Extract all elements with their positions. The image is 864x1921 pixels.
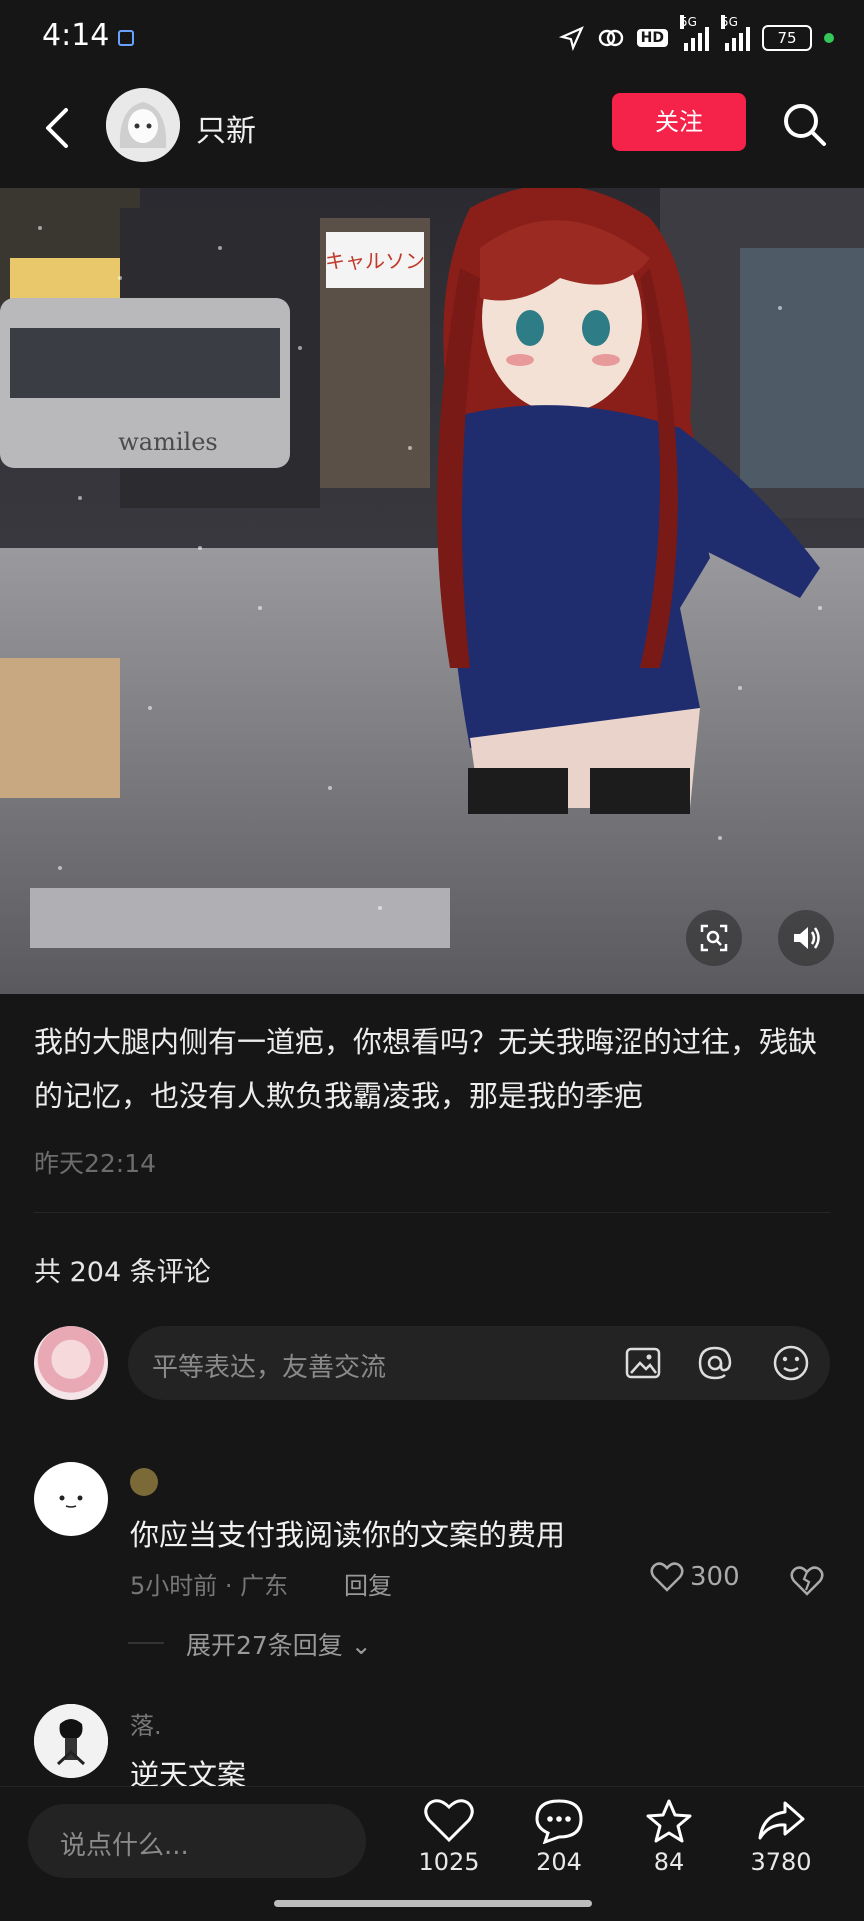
mention-button[interactable] — [694, 1342, 736, 1384]
share-arrow-icon — [758, 1801, 805, 1840]
heart-icon — [424, 1799, 474, 1843]
tram-label: wamiles — [118, 428, 217, 456]
author-name[interactable]: 只新 — [196, 106, 256, 150]
image-icon — [625, 1347, 661, 1379]
search-icon — [784, 104, 826, 146]
comment-meta: 5小时前 · 广东 — [130, 1572, 289, 1600]
expand-replies-button[interactable]: 展开27条回复 ⌄ — [186, 1626, 372, 1662]
say-placeholder: 说点什么... — [60, 1831, 189, 1861]
heart-icon — [650, 1562, 684, 1592]
chevron-left-icon — [46, 108, 68, 148]
comment-count: 共 204 条评论 — [34, 1257, 211, 1288]
share-count: 3780 — [750, 1848, 812, 1876]
favorite-button[interactable]: 84 — [624, 1798, 714, 1876]
search-button[interactable] — [780, 100, 830, 150]
post-time: 昨天22:14 — [34, 1149, 157, 1178]
commenter-avatar-2[interactable] — [34, 1704, 108, 1778]
signal-icon: 5G — [680, 15, 709, 51]
emoji-icon — [773, 1345, 809, 1381]
speaker-icon — [794, 927, 820, 949]
post-image[interactable]: キャルソン wamiles — [0, 188, 864, 994]
status-time: 4:14 — [42, 18, 110, 53]
back-button[interactable] — [38, 104, 78, 152]
post-caption: 我的大腿内侧有一道疤，你想看吗？无关我晦涩的过往，残缺的记忆，也没有人欺负我霸凌… — [34, 1025, 818, 1113]
status-icons: HD 5G 5G 75 — [558, 15, 834, 54]
home-indicator[interactable] — [274, 1900, 592, 1907]
share-button[interactable]: 3780 — [736, 1798, 826, 1876]
comment-bubble-icon — [535, 1799, 583, 1844]
follow-button[interactable]: 关注 — [612, 93, 746, 151]
favorite-count: 84 — [653, 1848, 685, 1876]
sound-button[interactable] — [778, 910, 834, 966]
commenter-avatar[interactable] — [34, 1462, 108, 1536]
at-icon — [698, 1346, 732, 1380]
comment-like-button[interactable]: 300 — [650, 1562, 740, 1592]
top-nav: 只新 关注 — [0, 80, 864, 180]
comment-placeholder: 平等表达，友善交流 — [152, 1353, 387, 1383]
comment-like-count: 300 — [690, 1562, 740, 1592]
like-count: 1025 — [418, 1848, 480, 1876]
commenter-badge — [130, 1468, 158, 1496]
shop-sign-text: キャルソン — [325, 249, 425, 273]
author-avatar[interactable] — [106, 88, 180, 162]
hd-icon: HD — [636, 29, 668, 47]
scan-button[interactable] — [686, 910, 742, 966]
star-icon — [646, 1799, 692, 1843]
divider — [34, 1212, 830, 1213]
image-picker-button[interactable] — [622, 1342, 664, 1384]
comment-text: 你应当支付我阅读你的文案的费用 — [130, 1518, 566, 1552]
my-avatar[interactable] — [34, 1326, 108, 1400]
location-icon — [558, 26, 584, 51]
expand-line — [128, 1642, 164, 1644]
comment-button[interactable]: 204 — [514, 1798, 604, 1876]
scan-icon — [700, 924, 728, 952]
chevron-down-icon: ⌄ — [350, 1631, 372, 1660]
privacy-dot — [824, 33, 834, 43]
comment-count-bottom: 204 — [536, 1848, 582, 1876]
link-icon — [598, 29, 623, 47]
signal-icon-2: 5G — [721, 15, 750, 51]
reply-button[interactable]: 回复 — [344, 1566, 392, 1601]
battery-icon: 75 — [762, 25, 812, 51]
commenter-name[interactable]: 落. — [130, 1706, 162, 1741]
emoji-button[interactable] — [770, 1342, 812, 1384]
broken-heart-icon — [790, 1566, 824, 1596]
notification-icon — [118, 30, 134, 46]
comment-dislike-button[interactable] — [790, 1564, 824, 1598]
like-button[interactable]: 1025 — [404, 1798, 494, 1876]
